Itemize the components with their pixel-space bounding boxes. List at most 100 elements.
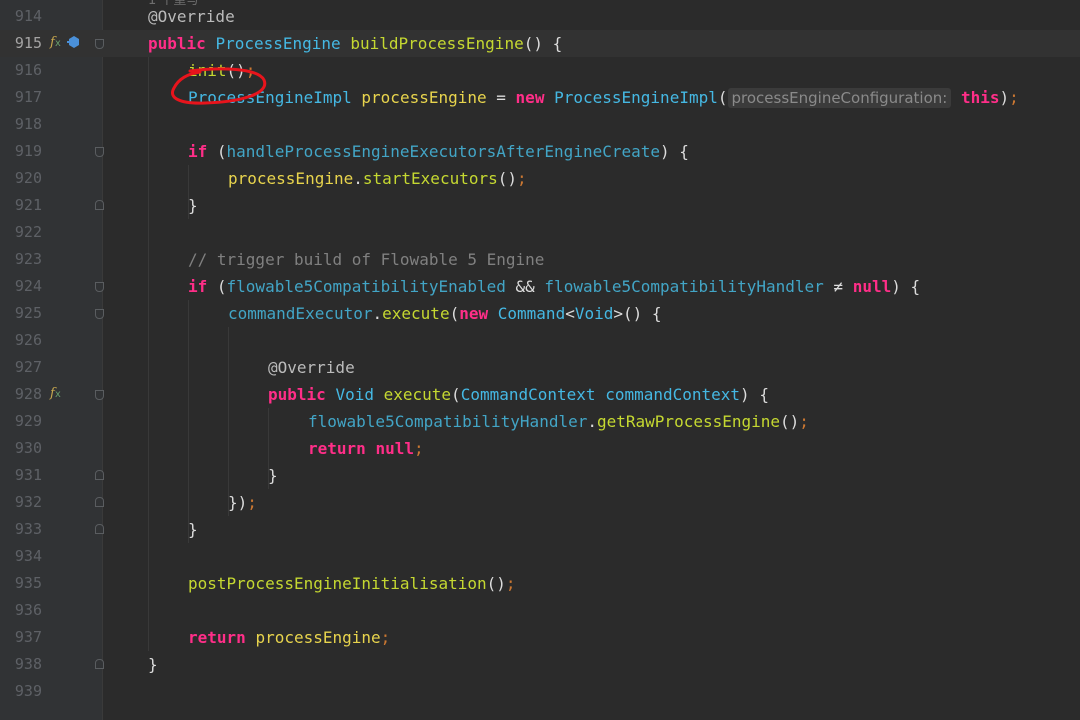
code-line-928[interactable]: 928 fx public Void execute(CommandContext …: [0, 381, 1080, 408]
line-number[interactable]: 916: [0, 57, 42, 84]
code-text[interactable]: }: [268, 462, 278, 489]
fold-collapse-icon[interactable]: [95, 309, 104, 319]
code-token: ;: [380, 628, 391, 647]
code-token: (: [451, 385, 461, 404]
line-number[interactable]: 934: [0, 543, 42, 570]
code-text[interactable]: flowable5CompatibilityHandler.getRawProc…: [308, 408, 809, 435]
line-number[interactable]: 935: [0, 570, 42, 597]
line-number[interactable]: 928: [0, 381, 42, 408]
code-line-921[interactable]: 921}: [0, 192, 1080, 219]
fold-end-icon[interactable]: [95, 524, 104, 534]
method-icon[interactable]: fx: [50, 35, 61, 52]
code-text[interactable]: return null;: [308, 435, 424, 462]
code-line-914[interactable]: 914 @Override: [0, 3, 1080, 30]
code-text[interactable]: }: [188, 516, 198, 543]
fold-collapse-icon[interactable]: [95, 390, 104, 400]
code-token: ≠: [823, 277, 853, 296]
code-text[interactable]: ProcessEngineImpl processEngine = new Pr…: [188, 84, 1019, 112]
implementation-gutter-icon[interactable]: [67, 35, 81, 54]
line-number[interactable]: 938: [0, 651, 42, 678]
line-number[interactable]: 933: [0, 516, 42, 543]
line-number[interactable]: 924: [0, 273, 42, 300]
line-number[interactable]: 929: [0, 408, 42, 435]
code-line-925[interactable]: 925 commandExecutor.execute(new Command<V…: [0, 300, 1080, 327]
code-token: >() {: [613, 304, 662, 323]
code-text[interactable]: if (flowable5CompatibilityEnabled && flo…: [188, 273, 920, 300]
code-line-932[interactable]: 932});: [0, 489, 1080, 516]
code-line-915[interactable]: 915 fx public ProcessEngine buildProcessEn…: [0, 30, 1080, 57]
code-token: ) {: [891, 277, 921, 296]
line-number[interactable]: 921: [0, 192, 42, 219]
code-token: }): [228, 493, 248, 512]
fold-end-icon[interactable]: [95, 200, 104, 210]
fold-end-icon[interactable]: [95, 497, 104, 507]
code-token: }: [148, 655, 158, 674]
code-text[interactable]: if (handleProcessEngineExecutorsAfterEng…: [188, 138, 689, 165]
method-icon[interactable]: fx: [50, 386, 61, 403]
line-number[interactable]: 918: [0, 111, 42, 138]
code-text[interactable]: postProcessEngineInitialisation();: [188, 570, 516, 597]
fold-end-icon[interactable]: [95, 470, 104, 480]
code-line-922[interactable]: 922: [0, 219, 1080, 246]
fold-collapse-icon[interactable]: [95, 39, 104, 49]
code-line-931[interactable]: 931}: [0, 462, 1080, 489]
line-number[interactable]: 920: [0, 165, 42, 192]
line-number[interactable]: 931: [0, 462, 42, 489]
code-text[interactable]: });: [228, 489, 257, 516]
code-line-930[interactable]: 930 return null;: [0, 435, 1080, 462]
code-token: flowable5CompatibilityHandler: [308, 412, 588, 431]
code-line-935[interactable]: 935 postProcessEngineInitialisation();: [0, 570, 1080, 597]
code-text[interactable]: @Override: [268, 354, 355, 381]
code-line-926[interactable]: 926: [0, 327, 1080, 354]
code-text[interactable]: }: [188, 192, 198, 219]
code-line-936[interactable]: 936: [0, 597, 1080, 624]
line-number[interactable]: 914: [0, 3, 42, 30]
indent-guide: [268, 408, 269, 489]
code-token: ProcessEngineImpl: [554, 88, 718, 107]
line-number[interactable]: 936: [0, 597, 42, 624]
line-number[interactable]: 917: [0, 84, 42, 111]
fold-collapse-icon[interactable]: [95, 147, 104, 157]
code-token: commandContext: [605, 385, 741, 404]
code-token: execute: [382, 304, 450, 323]
code-editor[interactable]: 1 个重写 914 @Override 915 fx public ProcessEng…: [0, 0, 1080, 720]
code-token: buildProcessEngine: [350, 34, 524, 53]
code-token: @Override: [148, 7, 235, 26]
code-text[interactable]: processEngine.startExecutors();: [228, 165, 527, 192]
code-text[interactable]: public ProcessEngine buildProcessEngine(…: [148, 30, 562, 57]
line-number[interactable]: 915: [0, 30, 42, 57]
line-number[interactable]: 939: [0, 678, 42, 705]
code-text[interactable]: public Void execute(CommandContext comma…: [268, 381, 769, 408]
line-number[interactable]: 925: [0, 300, 42, 327]
code-text[interactable]: return processEngine;: [188, 624, 390, 651]
line-number[interactable]: 922: [0, 219, 42, 246]
code-line-937[interactable]: 937 return processEngine;: [0, 624, 1080, 651]
fold-collapse-icon[interactable]: [95, 282, 104, 292]
code-line-919[interactable]: 919 if (handleProcessEngineExecutorsAfter…: [0, 138, 1080, 165]
line-number[interactable]: 919: [0, 138, 42, 165]
code-line-923[interactable]: 923 // trigger build of Flowable 5 Engine: [0, 246, 1080, 273]
line-number[interactable]: 927: [0, 354, 42, 381]
code-token: Command: [497, 304, 566, 323]
line-number[interactable]: 932: [0, 489, 42, 516]
line-number[interactable]: 926: [0, 327, 42, 354]
code-text[interactable]: // trigger build of Flowable 5 Engine: [188, 246, 544, 273]
code-line-927[interactable]: 927 @Override: [0, 354, 1080, 381]
line-number[interactable]: 930: [0, 435, 42, 462]
code-line-938[interactable]: 938}: [0, 651, 1080, 678]
code-line-929[interactable]: 929 flowable5CompatibilityHandler.getRawP…: [0, 408, 1080, 435]
code-text[interactable]: }: [148, 651, 158, 678]
code-line-939[interactable]: 939: [0, 678, 1080, 705]
line-number[interactable]: 923: [0, 246, 42, 273]
code-line-934[interactable]: 934: [0, 543, 1080, 570]
code-text[interactable]: commandExecutor.execute(new Command<Void…: [228, 300, 662, 327]
code-line-918[interactable]: 918: [0, 111, 1080, 138]
line-number[interactable]: 937: [0, 624, 42, 651]
code-token: if: [188, 142, 208, 161]
code-line-933[interactable]: 933}: [0, 516, 1080, 543]
code-line-924[interactable]: 924 if (flowable5CompatibilityEnabled && …: [0, 273, 1080, 300]
fold-end-icon[interactable]: [95, 659, 104, 669]
code-text[interactable]: @Override: [148, 3, 235, 30]
code-line-920[interactable]: 920 processEngine.startExecutors();: [0, 165, 1080, 192]
